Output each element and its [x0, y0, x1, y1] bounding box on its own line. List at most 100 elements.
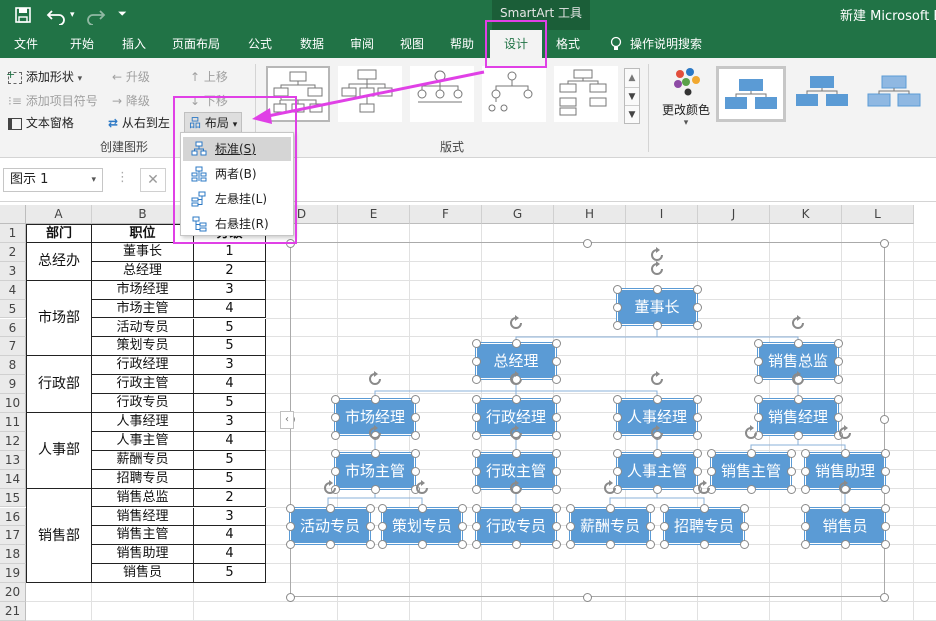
org-node[interactable]: 销售主管: [710, 452, 792, 490]
resize-handle[interactable]: [511, 394, 521, 404]
resize-handle[interactable]: [879, 592, 889, 602]
resize-handle[interactable]: [793, 338, 803, 348]
rotate-handle-icon[interactable]: [648, 370, 666, 388]
resize-handle[interactable]: [793, 430, 803, 440]
resize-handle[interactable]: [879, 414, 889, 424]
resize-handle[interactable]: [659, 539, 669, 549]
resize-handle[interactable]: [330, 394, 340, 404]
rotate-handle-icon[interactable]: [366, 370, 384, 388]
resize-handle[interactable]: [511, 539, 521, 549]
resize-handle[interactable]: [800, 466, 810, 476]
resize-handle[interactable]: [833, 412, 843, 422]
resize-handle[interactable]: [471, 374, 481, 384]
resize-handle[interactable]: [285, 503, 295, 513]
org-node[interactable]: 人事主管: [616, 452, 698, 490]
resize-handle[interactable]: [880, 466, 890, 476]
resize-handle[interactable]: [840, 539, 850, 549]
resize-handle[interactable]: [511, 338, 521, 348]
resize-handle[interactable]: [746, 484, 756, 494]
resize-handle[interactable]: [699, 539, 709, 549]
resize-handle[interactable]: [377, 539, 387, 549]
resize-handle[interactable]: [410, 448, 420, 458]
resize-handle[interactable]: [706, 466, 716, 476]
resize-handle[interactable]: [377, 503, 387, 513]
resize-handle[interactable]: [285, 521, 295, 531]
resize-handle[interactable]: [880, 521, 890, 531]
resize-handle[interactable]: [746, 448, 756, 458]
resize-handle[interactable]: [330, 466, 340, 476]
rotate-handle-icon[interactable]: [789, 314, 807, 332]
resize-handle[interactable]: [285, 592, 295, 602]
resize-handle[interactable]: [605, 503, 615, 513]
resize-handle[interactable]: [652, 484, 662, 494]
resize-handle[interactable]: [659, 521, 669, 531]
resize-handle[interactable]: [652, 284, 662, 294]
resize-handle[interactable]: [565, 539, 575, 549]
resize-handle[interactable]: [370, 394, 380, 404]
resize-handle[interactable]: [471, 356, 481, 366]
resize-handle[interactable]: [471, 448, 481, 458]
resize-handle[interactable]: [285, 539, 295, 549]
resize-handle[interactable]: [692, 412, 702, 422]
resize-handle[interactable]: [417, 539, 427, 549]
rotate-handle-icon[interactable]: [507, 479, 525, 497]
resize-handle[interactable]: [645, 539, 655, 549]
resize-handle[interactable]: [692, 430, 702, 440]
resize-handle[interactable]: [692, 466, 702, 476]
rotate-handle-icon[interactable]: [742, 424, 760, 442]
resize-handle[interactable]: [833, 338, 843, 348]
org-node[interactable]: 董事长: [616, 288, 698, 326]
resize-handle[interactable]: [739, 539, 749, 549]
resize-handle[interactable]: [786, 466, 796, 476]
org-node[interactable]: 策划专员: [381, 507, 463, 545]
resize-handle[interactable]: [551, 412, 561, 422]
resize-handle[interactable]: [880, 539, 890, 549]
resize-handle[interactable]: [471, 484, 481, 494]
resize-handle[interactable]: [833, 394, 843, 404]
resize-handle[interactable]: [800, 521, 810, 531]
resize-handle[interactable]: [692, 284, 702, 294]
resize-handle[interactable]: [645, 503, 655, 513]
resize-handle[interactable]: [786, 448, 796, 458]
resize-handle[interactable]: [659, 503, 669, 513]
resize-handle[interactable]: [739, 521, 749, 531]
resize-handle[interactable]: [417, 503, 427, 513]
resize-handle[interactable]: [325, 503, 335, 513]
resize-handle[interactable]: [652, 448, 662, 458]
resize-handle[interactable]: [471, 412, 481, 422]
rotate-handle-icon[interactable]: [648, 246, 666, 264]
resize-handle[interactable]: [330, 448, 340, 458]
resize-handle[interactable]: [565, 521, 575, 531]
resize-handle[interactable]: [457, 539, 467, 549]
resize-handle[interactable]: [325, 539, 335, 549]
resize-handle[interactable]: [753, 356, 763, 366]
resize-handle[interactable]: [692, 448, 702, 458]
resize-handle[interactable]: [457, 503, 467, 513]
resize-handle[interactable]: [551, 484, 561, 494]
resize-handle[interactable]: [753, 374, 763, 384]
org-node[interactable]: 销售员: [804, 507, 886, 545]
resize-handle[interactable]: [699, 503, 709, 513]
resize-handle[interactable]: [370, 484, 380, 494]
org-node[interactable]: 薪酬专员: [569, 507, 651, 545]
rotate-handle-icon[interactable]: [695, 479, 713, 497]
resize-handle[interactable]: [551, 539, 561, 549]
resize-handle[interactable]: [330, 430, 340, 440]
resize-handle[interactable]: [551, 374, 561, 384]
resize-handle[interactable]: [377, 521, 387, 531]
resize-handle[interactable]: [551, 338, 561, 348]
resize-handle[interactable]: [612, 302, 622, 312]
resize-handle[interactable]: [410, 466, 420, 476]
resize-handle[interactable]: [706, 448, 716, 458]
resize-handle[interactable]: [692, 320, 702, 330]
resize-handle[interactable]: [365, 503, 375, 513]
rotate-handle-icon[interactable]: [507, 424, 525, 442]
resize-handle[interactable]: [800, 448, 810, 458]
resize-handle[interactable]: [605, 539, 615, 549]
rotate-handle-icon[interactable]: [836, 479, 854, 497]
rotate-handle-icon[interactable]: [366, 424, 384, 442]
rotate-handle-icon[interactable]: [648, 424, 666, 442]
resize-handle[interactable]: [471, 466, 481, 476]
resize-handle[interactable]: [471, 430, 481, 440]
resize-handle[interactable]: [612, 394, 622, 404]
